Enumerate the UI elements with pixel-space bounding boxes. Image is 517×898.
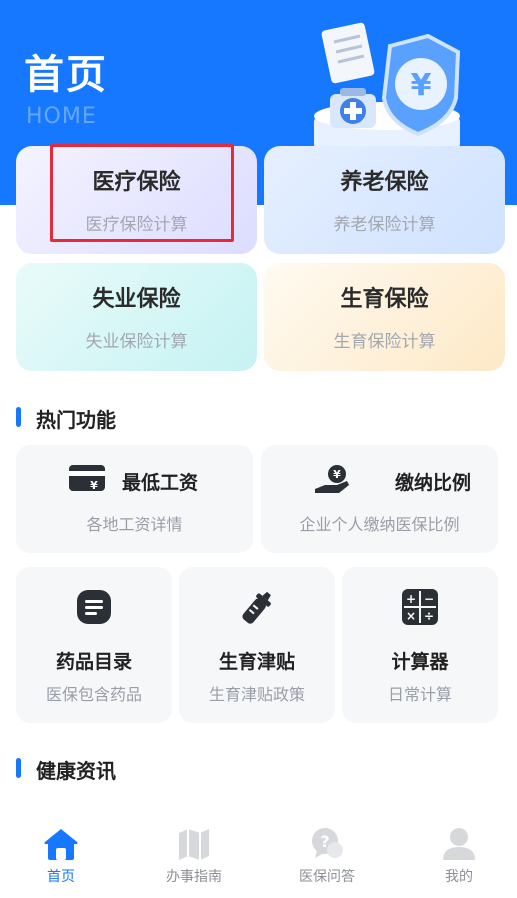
card-title: 失业保险 (92, 287, 181, 312)
tile-subtitle: 各地工资详情 (86, 515, 183, 534)
tab-label: 办事指南 (166, 869, 222, 885)
tab-qa[interactable]: ? 医保问答 (272, 812, 382, 898)
card-title: 生育保险 (340, 287, 429, 312)
tile-title: 缴纳比例 (395, 472, 472, 494)
svg-text:×: × (406, 609, 416, 623)
tab-mine[interactable]: 我的 (404, 812, 514, 898)
section-accent-bar (16, 407, 21, 427)
section-accent-bar (16, 758, 21, 778)
minimum-wage-tile[interactable]: ¥ 最低工资 各地工资详情 (16, 445, 253, 553)
svg-text:¥: ¥ (90, 479, 98, 492)
tile-title: 药品目录 (55, 651, 132, 673)
hand-coin-icon: ¥ (315, 465, 349, 493)
card-subtitle: 养老保险计算 (333, 215, 436, 235)
health-news-heading: 健康资讯 (16, 755, 216, 783)
tab-guide[interactable]: 办事指南 (139, 812, 249, 898)
card-subtitle: 失业保险计算 (85, 332, 188, 352)
bottom-tab-bar: 首页 办事指南 ? 医保问答 我的 (0, 812, 517, 898)
tile-subtitle: 生育津贴政策 (208, 685, 305, 704)
qa-icon: ? (312, 828, 343, 858)
tile-title: 最低工资 (122, 472, 199, 494)
svg-text:−: − (424, 592, 434, 606)
drug-catalog-tile[interactable]: 药品目录 医保包含药品 (16, 567, 172, 723)
selection-highlight-box (50, 144, 234, 242)
home-icon (44, 829, 78, 860)
tab-label: 首页 (47, 869, 75, 885)
page-title: 首页 (24, 52, 108, 98)
tab-label: 医保问答 (299, 869, 355, 885)
user-icon (443, 828, 475, 860)
card-subtitle: 生育保险计算 (333, 332, 436, 352)
unemployment-insurance-card[interactable]: 失业保险 失业保险计算 (16, 263, 257, 371)
maternity-insurance-card[interactable]: 生育保险 生育保险计算 (264, 263, 505, 371)
svg-text:+: + (406, 592, 416, 606)
svg-text:?: ? (320, 832, 329, 851)
calculator-tile[interactable]: + − × ÷ 计算器 日常计算 (342, 567, 498, 723)
document-icon (77, 590, 111, 624)
tile-title: 计算器 (391, 651, 449, 673)
svg-text:¥: ¥ (411, 68, 432, 103)
tab-label: 我的 (445, 869, 473, 885)
tab-home[interactable]: 首页 (6, 812, 116, 898)
wage-card-icon: ¥ (69, 465, 105, 492)
tile-subtitle: 日常计算 (387, 685, 452, 704)
hot-features-heading: 热门功能 (16, 404, 216, 432)
tile-title: 生育津贴 (218, 651, 295, 673)
contribution-ratio-tile[interactable]: ¥ 缴纳比例 企业个人缴纳医保比例 (261, 445, 498, 553)
baby-bottle-icon (242, 591, 271, 624)
page-subtitle: HOME (26, 104, 97, 129)
svg-text:¥: ¥ (333, 468, 341, 481)
tile-subtitle: 医保包含药品 (45, 685, 142, 704)
maternity-allowance-tile[interactable]: 生育津贴 生育津贴政策 (179, 567, 335, 723)
pension-insurance-card[interactable]: 养老保险 养老保险计算 (264, 146, 505, 254)
svg-text:÷: ÷ (424, 609, 434, 623)
tile-subtitle: 企业个人缴纳医保比例 (299, 515, 460, 534)
card-title: 养老保险 (340, 170, 429, 195)
map-icon (179, 829, 209, 860)
calculator-icon: + − × ÷ (402, 589, 438, 625)
